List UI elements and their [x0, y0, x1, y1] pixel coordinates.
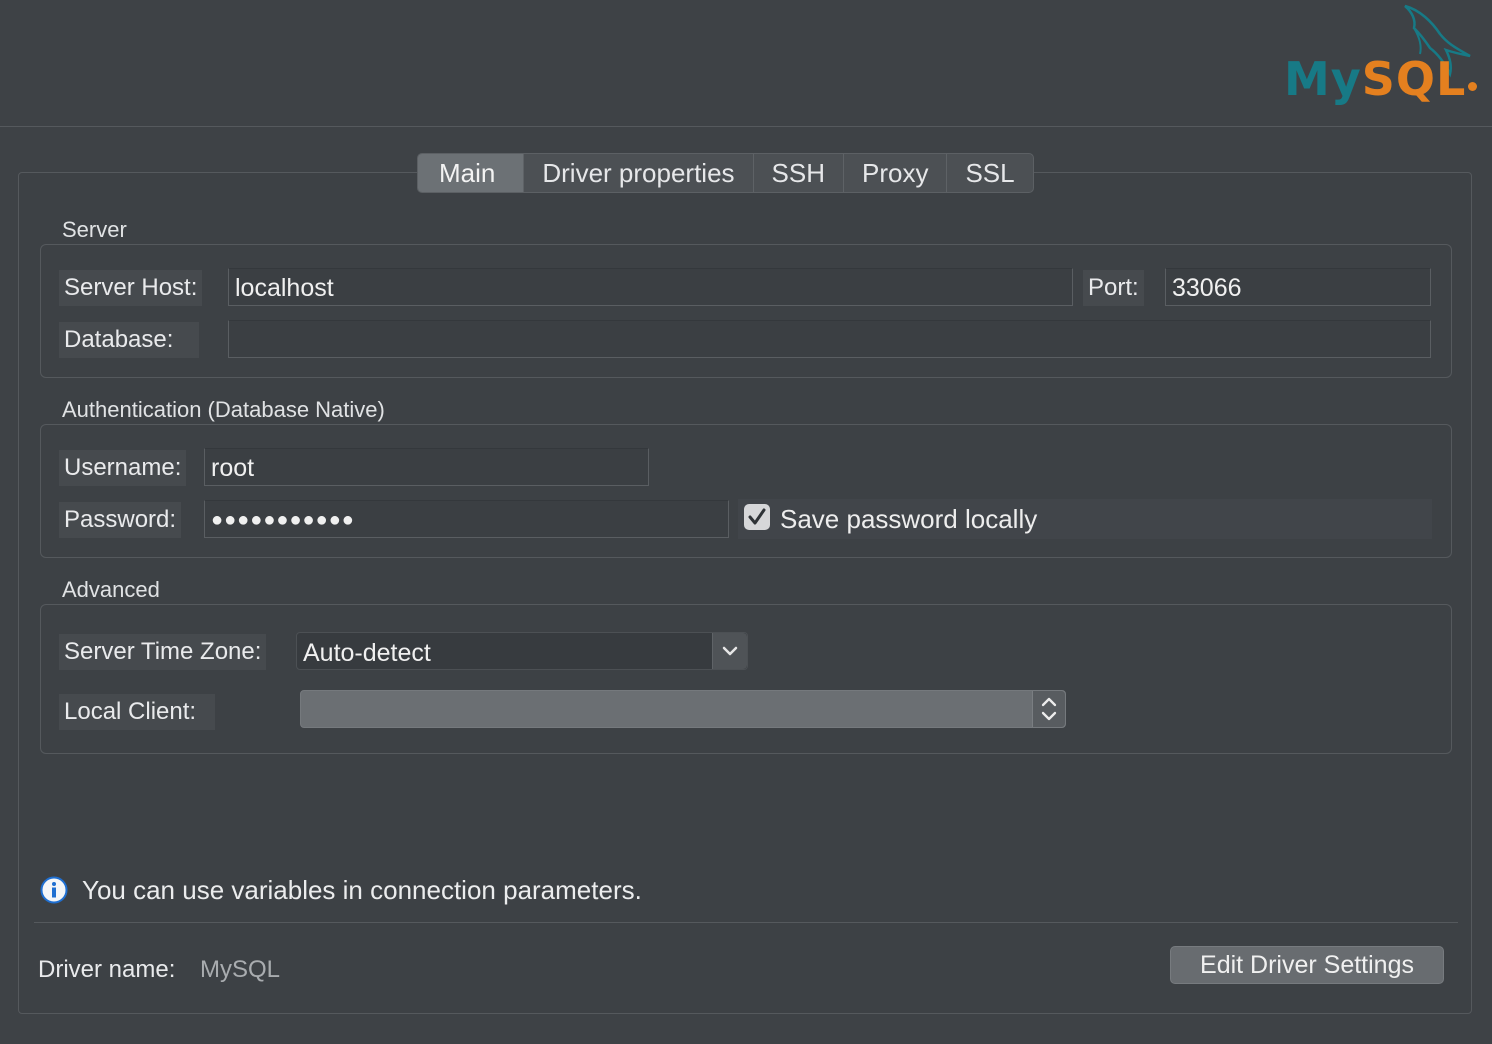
edit-driver-settings-button[interactable]: Edit Driver Settings [1170, 946, 1444, 984]
auth-section-title: Authentication (Database Native) [62, 397, 385, 422]
header-bar [0, 0, 1492, 127]
advanced-section-title: Advanced [62, 577, 160, 602]
timezone-dropdown-button[interactable] [712, 633, 747, 669]
password-label: Password: [59, 502, 182, 538]
server-section-title: Server [62, 217, 127, 242]
tab-ssh[interactable]: SSH [754, 154, 844, 192]
registered-mark [1468, 82, 1477, 91]
local-client-stepper[interactable] [1032, 691, 1065, 727]
save-password-label: Save password locally [780, 504, 1038, 534]
mysql-logo: MySQL [1280, 0, 1485, 108]
up-down-chevron-icon [1041, 697, 1057, 721]
tab-proxy[interactable]: Proxy [844, 154, 948, 192]
username-label: Username: [59, 450, 187, 486]
info-icon [40, 876, 68, 904]
server-timezone-value: Auto-detect [303, 639, 431, 667]
local-client-label: Local Client: [59, 694, 215, 730]
chevron-down-icon [722, 646, 738, 656]
port-input[interactable]: 33066 [1165, 268, 1431, 306]
tab-ssl[interactable]: SSL [947, 154, 1032, 192]
port-label: Port: [1083, 270, 1144, 306]
server-host-label: Server Host: [59, 270, 203, 306]
save-password-checkbox[interactable] [744, 504, 770, 530]
driver-name-label: Driver name: [38, 956, 176, 983]
password-input[interactable]: ●●●●●●●●●●● [204, 500, 729, 538]
tab-driver-properties[interactable]: Driver properties [524, 154, 754, 192]
local-client-select[interactable] [300, 690, 1066, 728]
database-label: Database: [59, 322, 199, 358]
footer-divider [34, 922, 1458, 923]
mysql-logo-text: MySQL [1284, 52, 1467, 106]
checkmark-icon [748, 508, 766, 525]
username-input[interactable]: root [204, 448, 649, 486]
tab-bar: Main Driver properties SSH Proxy SSL [417, 153, 1034, 193]
advanced-group [40, 604, 1452, 754]
server-host-input[interactable]: localhost [228, 268, 1073, 306]
tab-main[interactable]: Main [418, 154, 525, 192]
server-timezone-label: Server Time Zone: [59, 634, 267, 670]
info-text: You can use variables in connection para… [82, 875, 642, 905]
server-timezone-select[interactable]: Auto-detect [296, 632, 748, 670]
save-password-row[interactable]: Save password locally [738, 499, 1432, 539]
database-input[interactable] [228, 320, 1431, 358]
driver-name-value: MySQL [200, 956, 281, 983]
